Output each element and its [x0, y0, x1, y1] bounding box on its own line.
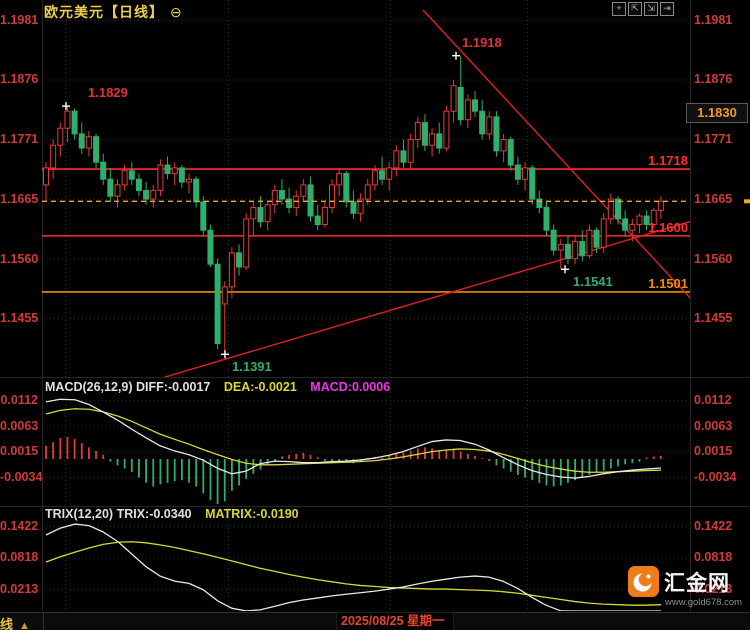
chart-window: 欧元美元【日线】 ⊖ + ⇱ ⇲ ⇥ 1.1830 MACD(26,12,9) D…: [0, 0, 750, 630]
swing-marker-cross: [452, 51, 460, 60]
site-watermark: 汇金网 www.gold678.com: [628, 566, 750, 612]
zoom-axis-out-icon[interactable]: ⇲: [644, 2, 658, 16]
chart-toolbar: + ⇱ ⇲ ⇥: [612, 2, 674, 16]
trix-group: [45, 523, 662, 611]
go-to-latest-icon[interactable]: ⇥: [660, 2, 674, 16]
macd-title-and-diff: MACD(26,12,9) DIFF:-0.0017: [45, 380, 211, 394]
symbol-title: 欧元美元【日线】 ⊖: [44, 2, 183, 22]
collapse-icon[interactable]: ⊖: [170, 4, 183, 20]
candles-group: [43, 55, 664, 355]
trix-line: [45, 523, 661, 611]
macd-hist-value: MACD:0.0006: [310, 380, 391, 394]
trendline: [162, 220, 690, 377]
macd-dea-value: DEA:-0.0021: [223, 380, 297, 394]
trix-matrix-value: MATRIX:-0.0190: [205, 507, 299, 521]
crosshair-pan-icon[interactable]: +: [612, 2, 626, 16]
symbol-title-text: 欧元美元【日线】: [44, 4, 164, 20]
watermark-site-url: www.gold678.com: [665, 597, 743, 608]
tool-arrow-icon: ▲: [19, 620, 30, 630]
trendline: [422, 9, 690, 299]
huijin-logo-icon: [628, 566, 659, 597]
crosshair-date-tag: 2025/08/25 星期一: [336, 612, 454, 630]
candlestick-chart-canvas[interactable]: [0, 0, 750, 630]
trix-title-and-value: TRIX(12,20) TRIX:-0.0340: [45, 507, 192, 521]
crosshair-price-tag: 1.1830: [686, 103, 748, 123]
macd-header: MACD(26,12,9) DIFF:-0.0017 DEA:-0.0021 M…: [45, 380, 390, 394]
trix-header: TRIX(12,20) TRIX:-0.0340 MATRIX:-0.0190: [45, 507, 299, 521]
swing-marker-cross: [62, 102, 70, 111]
watermark-site-name: 汇金网: [664, 572, 730, 595]
swing-marker-cross: [561, 265, 569, 274]
matrix-line: [45, 541, 662, 606]
draw-line-tool-button[interactable]: 线 ▲: [0, 614, 30, 630]
bottom-bar-divider: [43, 613, 44, 630]
draw-line-tool-label: 线: [0, 617, 14, 630]
zoom-axis-in-icon[interactable]: ⇱: [628, 2, 642, 16]
swing-marker-cross: [221, 350, 229, 359]
